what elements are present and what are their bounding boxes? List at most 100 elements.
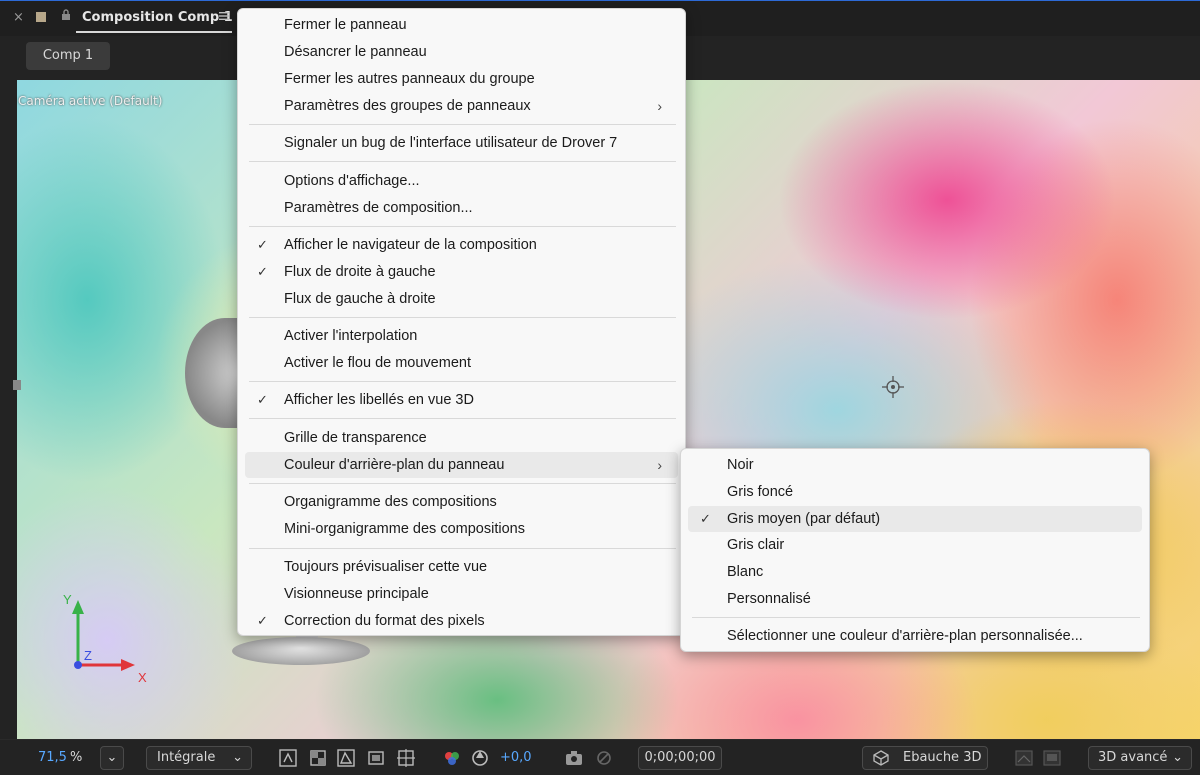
lock-icon[interactable] bbox=[60, 9, 72, 21]
menu-item-transparency-grid[interactable]: Grille de transparence bbox=[245, 425, 678, 451]
panel-menu-icon[interactable] bbox=[218, 10, 230, 22]
checkmark-icon: ✓ bbox=[257, 392, 268, 407]
chevron-down-icon: ⌄ bbox=[232, 750, 243, 765]
menu-item-label: Fermer les autres panneaux du groupe bbox=[284, 71, 535, 87]
lamp-base-object bbox=[232, 637, 370, 665]
renderer-value: 3D avancé bbox=[1098, 750, 1168, 765]
axis-y-label: Y bbox=[63, 592, 72, 607]
checkmark-icon: ✓ bbox=[700, 511, 711, 526]
menu-item-label: Afficher le navigateur de la composition bbox=[284, 237, 537, 253]
menu-item-label: Activer l'interpolation bbox=[284, 328, 418, 344]
timecode-field[interactable]: 0;00;00;00 bbox=[638, 746, 722, 770]
submenu-item-select-custom-color[interactable]: Sélectionner une couleur d'arrière-plan … bbox=[688, 623, 1142, 649]
active-camera-label: Caméra active (Default) bbox=[18, 94, 163, 108]
menu-item-composition-settings[interactable]: Paramètres de composition... bbox=[245, 195, 678, 221]
color-channels-icon[interactable] bbox=[442, 748, 462, 768]
exposure-value[interactable]: +0,0 bbox=[500, 750, 532, 765]
menu-item-pixel-aspect-correction[interactable]: ✓ Correction du format des pixels bbox=[245, 608, 678, 634]
menu-separator bbox=[249, 548, 676, 549]
grid-guides-icon[interactable] bbox=[396, 748, 416, 768]
menu-item-view-options[interactable]: Options d'affichage... bbox=[245, 168, 678, 194]
menu-separator bbox=[249, 226, 676, 227]
menu-item-show-navigator[interactable]: ✓ Afficher le navigateur de la compositio… bbox=[245, 232, 678, 258]
menu-item-panel-background-color[interactable]: Couleur d'arrière-plan du panneau › bbox=[245, 452, 678, 478]
background-color-submenu: Noir Gris foncé ✓ Gris moyen (par défaut)… bbox=[680, 448, 1150, 652]
menu-item-close-panel[interactable]: Fermer le panneau bbox=[245, 12, 678, 38]
menu-item-flow-right-to-left[interactable]: ✓ Flux de droite à gauche bbox=[245, 259, 678, 285]
3d-axes-gizmo: Y Z X bbox=[63, 592, 147, 685]
menu-item-label: Désancrer le panneau bbox=[284, 44, 427, 60]
checkmark-icon: ✓ bbox=[257, 264, 268, 279]
menu-separator bbox=[249, 483, 676, 484]
menu-separator bbox=[692, 617, 1140, 618]
draft-3d-icon bbox=[873, 750, 889, 766]
close-tab-icon[interactable]: × bbox=[13, 10, 24, 25]
chevron-right-icon: › bbox=[657, 98, 662, 114]
menu-item-label: Paramètres des groupes de panneaux bbox=[284, 98, 531, 114]
submenu-item-label: Noir bbox=[727, 457, 754, 473]
submenu-item-label: Gris clair bbox=[727, 537, 785, 553]
draft-3d-toggle[interactable]: Ebauche 3D bbox=[862, 746, 988, 770]
menu-item-composition-flowchart[interactable]: Organigramme des compositions bbox=[245, 489, 678, 515]
menu-item-always-preview[interactable]: Toujours prévisualiser cette vue bbox=[245, 554, 678, 580]
axis-x-label: X bbox=[138, 670, 147, 685]
submenu-item-label: Gris foncé bbox=[727, 484, 794, 500]
submenu-item-label: Sélectionner une couleur d'arrière-plan … bbox=[727, 628, 1083, 644]
show-snapshot-icon[interactable] bbox=[594, 748, 614, 768]
menu-item-primary-viewer[interactable]: Visionneuse principale bbox=[245, 581, 678, 607]
panel-color-swatch[interactable] bbox=[36, 12, 46, 22]
submenu-item-label: Gris moyen (par défaut) bbox=[727, 511, 881, 527]
submenu-item-white[interactable]: Blanc bbox=[688, 559, 1142, 585]
viewer-resize-handle[interactable] bbox=[13, 380, 21, 390]
mask-visibility-icon[interactable] bbox=[336, 748, 356, 768]
reset-exposure-icon[interactable] bbox=[470, 748, 490, 768]
panel-context-menu: Fermer le panneau Désancrer le panneau F… bbox=[237, 8, 686, 636]
checkmark-icon: ✓ bbox=[257, 237, 268, 252]
chevron-down-icon: ⌄ bbox=[106, 750, 118, 765]
menu-item-panel-group-settings[interactable]: Paramètres des groupes de panneaux › bbox=[245, 93, 678, 119]
chevron-down-icon: ⌄ bbox=[1172, 750, 1183, 765]
menu-separator bbox=[249, 317, 676, 318]
resolution-dropdown[interactable]: Intégrale ⌄ bbox=[146, 746, 252, 770]
menu-item-label: Toujours prévisualiser cette vue bbox=[284, 559, 488, 575]
region-of-interest-icon[interactable] bbox=[366, 748, 386, 768]
menu-item-label: Paramètres de composition... bbox=[284, 200, 473, 216]
submenu-item-dark-gray[interactable]: Gris foncé bbox=[688, 479, 1142, 505]
menu-item-label: Couleur d'arrière-plan du panneau bbox=[284, 457, 505, 473]
menu-separator bbox=[249, 418, 676, 419]
menu-item-enable-motion-blur[interactable]: Activer le flou de mouvement bbox=[245, 350, 678, 376]
snapshot-camera-icon[interactable] bbox=[564, 748, 584, 768]
menu-item-report-bug[interactable]: Signaler un bug de l'interface utilisate… bbox=[245, 130, 678, 156]
submenu-item-medium-gray[interactable]: ✓ Gris moyen (par défaut) bbox=[688, 506, 1142, 532]
zoom-dropdown[interactable]: ⌄ bbox=[100, 746, 124, 770]
menu-item-label: Flux de gauche à droite bbox=[284, 291, 436, 307]
timecode-value: 0;00;00;00 bbox=[644, 750, 716, 765]
checkmark-icon: ✓ bbox=[257, 613, 268, 628]
menu-item-label: Signaler un bug de l'interface utilisate… bbox=[284, 135, 618, 151]
menu-item-label: Fermer le panneau bbox=[284, 17, 407, 33]
viewer-toolbar: 71,5 % ⌄ Intégrale ⌄ +0,0 0;00;00;00 Eba… bbox=[0, 739, 1200, 775]
active-tab-indicator bbox=[76, 31, 232, 33]
submenu-item-black[interactable]: Noir bbox=[688, 452, 1142, 478]
menu-item-close-other-panels[interactable]: Fermer les autres panneaux du groupe bbox=[245, 66, 678, 92]
comp-1-button[interactable]: Comp 1 bbox=[26, 42, 110, 70]
extended-viewer-icon[interactable] bbox=[1042, 748, 1062, 768]
menu-item-flow-left-to-right[interactable]: Flux de gauche à droite bbox=[245, 286, 678, 312]
zoom-unit: % bbox=[70, 750, 83, 765]
zoom-value[interactable]: 71,5 bbox=[38, 750, 67, 765]
menu-item-label: Grille de transparence bbox=[284, 430, 427, 446]
menu-separator bbox=[249, 161, 676, 162]
menu-item-enable-interpolation[interactable]: Activer l'interpolation bbox=[245, 323, 678, 349]
fast-preview-icon[interactable] bbox=[278, 748, 298, 768]
submenu-item-custom[interactable]: Personnalisé bbox=[688, 586, 1142, 612]
menu-item-mini-flowchart[interactable]: Mini-organigramme des compositions bbox=[245, 516, 678, 542]
point-of-interest-icon[interactable] bbox=[882, 376, 904, 398]
panel-tab-title[interactable]: Composition Comp 1 bbox=[82, 10, 233, 25]
renderer-dropdown[interactable]: 3D avancé ⌄ bbox=[1088, 746, 1192, 770]
submenu-item-light-gray[interactable]: Gris clair bbox=[688, 532, 1142, 558]
menu-separator bbox=[249, 124, 676, 125]
menu-item-show-3d-labels[interactable]: ✓ Afficher les libellés en vue 3D bbox=[245, 387, 678, 413]
ground-plane-icon[interactable] bbox=[1014, 748, 1034, 768]
transparency-grid-icon[interactable] bbox=[308, 748, 328, 768]
menu-item-undock-panel[interactable]: Désancrer le panneau bbox=[245, 39, 678, 65]
